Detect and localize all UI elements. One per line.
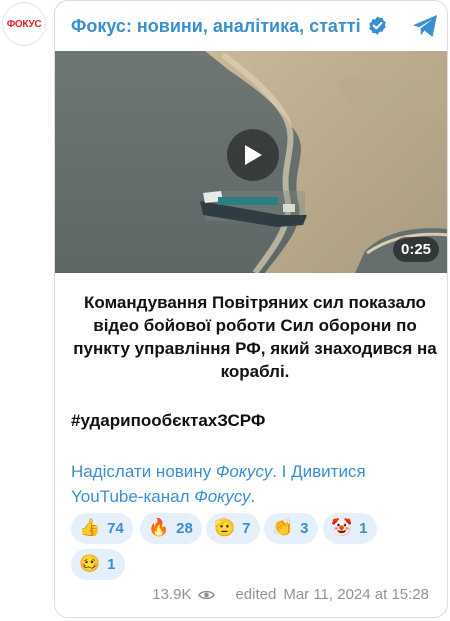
salute-icon: 🫡 xyxy=(214,518,236,538)
message-card: Фокус: новини, аналітика, статті 0:25 Ко… xyxy=(54,0,448,618)
telegram-plane-icon[interactable] xyxy=(411,13,439,39)
channel-name[interactable]: Фокус: новини, аналітика, статті xyxy=(71,16,361,37)
reaction-count: 7 xyxy=(242,520,251,537)
message-header: Фокус: новини, аналітика, статті xyxy=(55,1,447,51)
clap-icon: 👏 xyxy=(272,518,294,538)
reaction-woozy[interactable]: 🥴 1 xyxy=(71,549,125,580)
reaction-count: 28 xyxy=(176,520,193,537)
avatar-logo-text: ФОКУС xyxy=(6,18,42,30)
eye-icon xyxy=(198,590,216,599)
submit-news-link[interactable]: Надіслати новину Фокусу xyxy=(71,462,272,481)
reaction-salute[interactable]: 🫡 7 xyxy=(206,513,260,544)
reaction-fire[interactable]: 🔥 28 xyxy=(140,513,202,544)
clown-icon: 🤡 xyxy=(331,518,353,538)
reaction-clown[interactable]: 🤡 1 xyxy=(323,513,377,544)
thumbs-up-icon: 👍 xyxy=(79,518,101,538)
fire-icon: 🔥 xyxy=(148,518,170,538)
reaction-clap[interactable]: 👏 3 xyxy=(264,513,318,544)
reaction-count: 74 xyxy=(107,520,124,537)
play-button[interactable] xyxy=(227,129,279,181)
edited-label: edited xyxy=(235,586,277,603)
video-player[interactable]: 0:25 xyxy=(55,51,447,273)
reaction-thumbs-up[interactable]: 👍 74 xyxy=(71,513,133,544)
channel-avatar[interactable]: ФОКУС xyxy=(2,2,46,46)
reaction-count: 1 xyxy=(359,520,368,537)
play-icon xyxy=(245,145,262,165)
video-duration: 0:25 xyxy=(393,237,440,262)
message-meta: 13.9K edited Mar 11, 2024 at 15:28 xyxy=(152,586,429,603)
verified-check-icon xyxy=(369,16,386,35)
woozy-face-icon: 🥴 xyxy=(79,554,101,574)
post-text: Командування Повітряних сил показало від… xyxy=(73,293,437,381)
reaction-count: 3 xyxy=(300,520,309,537)
message-timestamp: Mar 11, 2024 at 15:28 xyxy=(283,586,429,603)
reaction-count: 1 xyxy=(107,556,116,573)
view-count: 13.9K xyxy=(152,586,192,603)
footer-links: Надіслати новину Фокусу. І Дивитися YouT… xyxy=(71,462,366,506)
hashtag-link[interactable]: #ударипообєктахЗСРФ xyxy=(71,411,265,431)
